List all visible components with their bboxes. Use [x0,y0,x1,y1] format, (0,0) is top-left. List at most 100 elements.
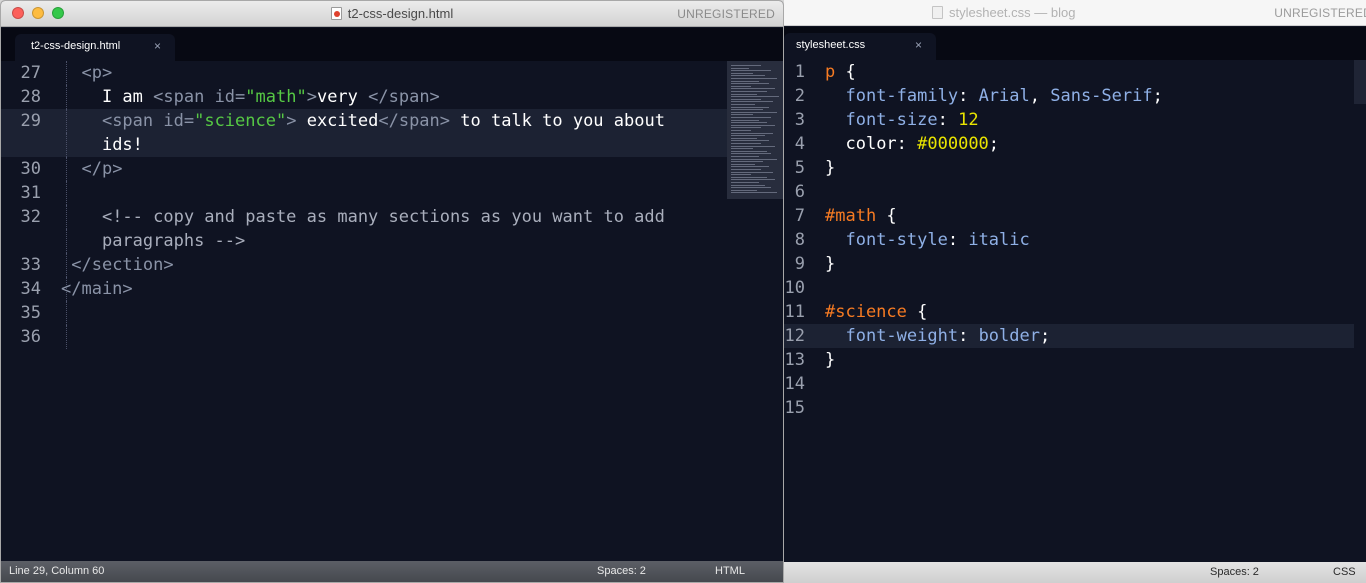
code-line[interactable]: 12 font-weight: bolder; [784,324,1354,348]
line-number: 36 [20,327,41,347]
minimap-line [731,166,769,168]
line-number: 34 [20,279,41,299]
code-line[interactable]: 6 [784,180,1354,204]
tab-t2-css-design[interactable]: t2-css-design.html × [15,34,175,61]
token-val: bolder [978,326,1040,346]
line-number: 2 [794,86,805,106]
line-number: 31 [20,183,41,203]
code-line[interactable]: 4 color: #000000; [784,132,1354,156]
token-punc: ; [1039,326,1051,346]
minimap[interactable] [727,61,783,199]
syntax-mode[interactable]: HTML [715,565,745,577]
code-line[interactable]: 14 [784,372,1354,396]
minimap-line [731,148,753,150]
code-line[interactable]: 28 I am <span id="math">very </span> [1,85,727,109]
code-line[interactable]: 32 <!-- copy and paste as many sections … [1,205,727,229]
minimap-line [731,184,765,186]
minimap-line [731,189,757,191]
code-line[interactable]: 35 [1,301,727,325]
minimap-line [731,78,777,79]
code-text: font-style: italic [825,228,1029,252]
minimap-line [731,93,757,95]
code-line[interactable]: 27 <p> [1,61,727,85]
code-line[interactable]: 15 [784,396,1354,420]
code-line[interactable]: 33 </section> [1,253,727,277]
line-number: 27 [20,63,41,83]
line-number: 1 [794,62,805,82]
minimap-line [731,109,763,111]
code-text: <span id="science"> excited</span> to ta… [61,109,665,133]
code-line[interactable]: 7 #math { [784,204,1354,228]
title-bar[interactable]: t2-css-design.html UNREGISTERED [1,1,783,27]
line-number: 3 [794,110,805,130]
minimap-line [731,182,759,183]
window-title: stylesheet.css — blog [949,5,1076,20]
code-line[interactable]: 30 </p> [1,157,727,181]
token-val: Sans-Serif [1050,86,1153,106]
line-number: 15 [784,398,805,418]
code-line[interactable]: paragraphs --> [1,229,727,253]
minimap-line [731,192,777,194]
code-line[interactable]: 5} [784,156,1354,180]
css-file-icon [932,6,943,19]
code-text: </main> [61,277,133,301]
minimap-line [731,70,771,72]
line-number: 32 [20,207,41,227]
code-line[interactable]: 3 font-size: 12 [784,108,1354,132]
code-line[interactable]: 2 font-family: Arial, Sans-Serif; [784,84,1354,108]
code-line[interactable]: 36 [1,325,727,349]
indent-guide [66,325,67,349]
window-title-wrap: stylesheet.css — blog [932,5,1075,20]
syntax-mode[interactable]: CSS [1333,566,1356,578]
indentation-setting[interactable]: Spaces: 2 [1210,566,1259,578]
code-text: paragraphs --> [61,229,245,253]
minimap-line [731,111,777,113]
line-number: 30 [20,159,41,179]
line-number: 9 [794,254,805,274]
minimap-line [731,135,765,137]
code-text: font-weight: bolder; [825,324,1050,348]
tab-close-icon[interactable]: × [154,39,161,53]
code-text: #math { [825,204,897,228]
token-punc: ; [988,134,1000,154]
tab-close-icon[interactable]: × [915,38,922,52]
token-tag: <span [101,111,164,131]
minimap-line [731,130,751,131]
code-line[interactable]: 9} [784,252,1354,276]
token-punc: : [958,326,979,346]
minimap-line [731,85,751,87]
token-punc: { [835,62,856,82]
token-str: "science" [194,111,287,131]
minimap-line [731,122,767,124]
status-bar: Line 29, Column 60 Spaces: 2 HTML [1,561,783,582]
code-line[interactable]: 29 <span id="science"> excited</span> to… [1,109,727,133]
token-txt: excited [296,111,379,131]
code-text: </p> [61,157,122,181]
token-num: 12 [958,110,979,130]
title-bar[interactable]: stylesheet.css — blog UNREGISTERED [784,0,1366,26]
minimap-line [731,163,755,165]
minimap-line [731,83,769,85]
code-line[interactable]: ids! [1,133,727,157]
token-punc: : [947,230,969,250]
unregistered-label: UNREGISTERED [1274,6,1366,20]
code-text: color: #000000; [825,132,999,156]
minimap[interactable] [1354,60,1366,104]
code-line[interactable]: 34 </main> [1,277,727,301]
indentation-setting[interactable]: Spaces: 2 [597,565,646,577]
minimap-line [731,114,753,116]
code-editor[interactable]: 1p {2 font-family: Arial, Sans-Serif; 3 f… [784,60,1354,562]
code-line[interactable]: 8 font-style: italic [784,228,1354,252]
code-line[interactable]: 11 #science { [784,300,1354,324]
minimap-line [731,143,761,144]
token-prop: font-family [845,86,959,106]
code-editor[interactable]: 27 <p> 28 I am <span id="math">very </spa… [1,61,727,561]
code-line[interactable]: 1p { [784,60,1354,84]
code-line[interactable]: 31 [1,181,727,205]
tab-stylesheet[interactable]: stylesheet.css × [784,33,936,60]
minimap-line [731,137,757,139]
code-line[interactable]: 10 [784,276,1354,300]
code-line[interactable]: 13} [784,348,1354,372]
